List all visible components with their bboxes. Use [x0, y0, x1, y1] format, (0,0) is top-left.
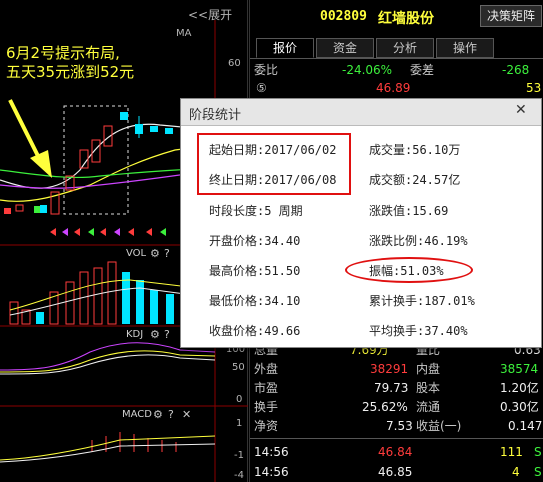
turnover-total: 累计换手:187.01% [369, 294, 475, 308]
weicha-label: 委差 [410, 63, 435, 77]
low-price: 最低价格:34.10 [209, 294, 301, 308]
tab-operation[interactable]: 操作 [436, 38, 494, 58]
tab-quote[interactable]: 报价 [256, 38, 314, 58]
scale-0: 0 [236, 394, 243, 405]
tick-time: 14:56 [254, 445, 289, 459]
stat-label: 收益(一) [416, 419, 462, 433]
close-icon[interactable]: ✕ [515, 102, 527, 118]
dialog-titlebar[interactable]: 阶段统计 ✕ [181, 99, 541, 126]
stat-value: 79.73 [374, 381, 409, 395]
ask5-price: 46.89 [376, 81, 411, 95]
decision-matrix-button[interactable]: 决策矩阵 [480, 5, 542, 27]
ask5-index: ⑤ [256, 81, 267, 95]
stat-value: 1.20亿 [500, 381, 539, 395]
ask5-row: ⑤ 46.89 53 [250, 78, 543, 98]
weibi-row: 委比 -24.06% 委差 -268 [250, 60, 543, 80]
candles [4, 112, 203, 215]
macd-bars [0, 432, 216, 463]
stat-label: 净资 [254, 419, 279, 433]
tick-time: 14:56 [254, 465, 289, 479]
amplitude: 振幅:51.03% [369, 264, 444, 278]
period-length: 时段长度:5 周期 [209, 204, 303, 218]
stat-label: 内盘 [416, 362, 441, 376]
stat-row: 换手 25.62% 流通 0.30亿 [250, 397, 543, 417]
stat-label: 流通 [416, 400, 441, 414]
stat-label: 换手 [254, 400, 279, 414]
scale-1: 1 [236, 418, 243, 429]
tick-row: 14:56 46.85 4 S [250, 462, 543, 482]
help-icon[interactable]: ? [164, 328, 170, 341]
selection-rect [63, 105, 129, 215]
macd-label: MACD [122, 409, 152, 420]
stat-label: 股本 [416, 381, 441, 395]
stat-value: 38574 [500, 362, 539, 376]
start-date: 起始日期:2017/06/02 [209, 143, 337, 157]
signal-markers [50, 228, 166, 236]
stat-row: 外盘 38291 内盘 38574 [250, 359, 543, 379]
open-price: 开盘价格:34.40 [209, 234, 301, 248]
vol-label: VOL [126, 248, 147, 259]
weibi-label: 委比 [254, 63, 279, 77]
weibi-value: -24.06% [342, 63, 393, 77]
annotation-line1: 6月2号提示布局, [6, 44, 120, 62]
scale-50: 50 [232, 362, 245, 373]
tab-funds[interactable]: 资金 [316, 38, 374, 58]
help-icon[interactable]: ? [168, 408, 174, 421]
stat-row: 净资 7.53 收益(一) 0.147 [250, 416, 543, 436]
turnover-average: 平均换手:37.40% [369, 324, 468, 338]
stat-label: 市盈 [254, 381, 279, 395]
expand-button[interactable]: <<展开 [188, 6, 232, 23]
tick-price: 46.84 [378, 445, 413, 459]
amount: 成交额:24.57亿 [369, 173, 461, 187]
weicha-value: -268 [502, 63, 530, 77]
high-price: 最高价格:51.50 [209, 264, 301, 278]
tick-volume: 111 [500, 445, 523, 459]
tab-analysis[interactable]: 分析 [376, 38, 434, 58]
volume: 成交量:56.10万 [369, 143, 461, 157]
ask5-volume: 53 [526, 81, 542, 95]
arrow-annotation [8, 99, 52, 178]
stock-name: 红墙股份 [378, 11, 434, 27]
close-icon[interactable]: ✕ [182, 408, 191, 421]
ma-label: MA [176, 28, 192, 39]
stat-value: 0.147 [508, 419, 543, 433]
stage-stats-dialog[interactable]: 阶段统计 ✕ 起始日期:2017/06/02 终止日期:2017/06/08 时… [180, 98, 542, 348]
tick-price: 46.85 [378, 465, 413, 479]
price-scale-60: 60 [228, 58, 241, 69]
tick-volume: 4 [512, 465, 520, 479]
tick-flag: S [534, 465, 542, 479]
help-icon[interactable]: ? [164, 247, 170, 260]
gear-icon[interactable]: ⚙ [153, 408, 163, 421]
annotation-line2: 五天35元涨到52元 [6, 63, 135, 81]
change-value: 涨跌值:15.69 [369, 204, 449, 218]
stock-code: 002809 [320, 9, 367, 24]
stat-row: 市盈 79.73 股本 1.20亿 [250, 378, 543, 398]
stat-value: 0.30亿 [500, 400, 539, 414]
end-date: 终止日期:2017/06/08 [209, 173, 337, 187]
change-percent: 涨跌比例:46.19% [369, 234, 468, 248]
stat-label: 外盘 [254, 362, 279, 376]
tick-flag: S [534, 445, 542, 459]
scale-minus4: -4 [234, 470, 244, 481]
dialog-title: 阶段统计 [189, 108, 242, 123]
kdj-label: KDJ [126, 329, 144, 340]
close-price: 收盘价格:49.66 [209, 324, 301, 338]
gear-icon[interactable]: ⚙ [150, 247, 160, 260]
scale-minus1: -1 [234, 450, 244, 461]
stat-value: 38291 [370, 362, 409, 376]
stat-value: 7.53 [386, 419, 413, 433]
gear-icon[interactable]: ⚙ [150, 328, 160, 341]
stat-value: 25.62% [362, 400, 408, 414]
tick-row: 14:56 46.84 111 S [250, 442, 543, 462]
